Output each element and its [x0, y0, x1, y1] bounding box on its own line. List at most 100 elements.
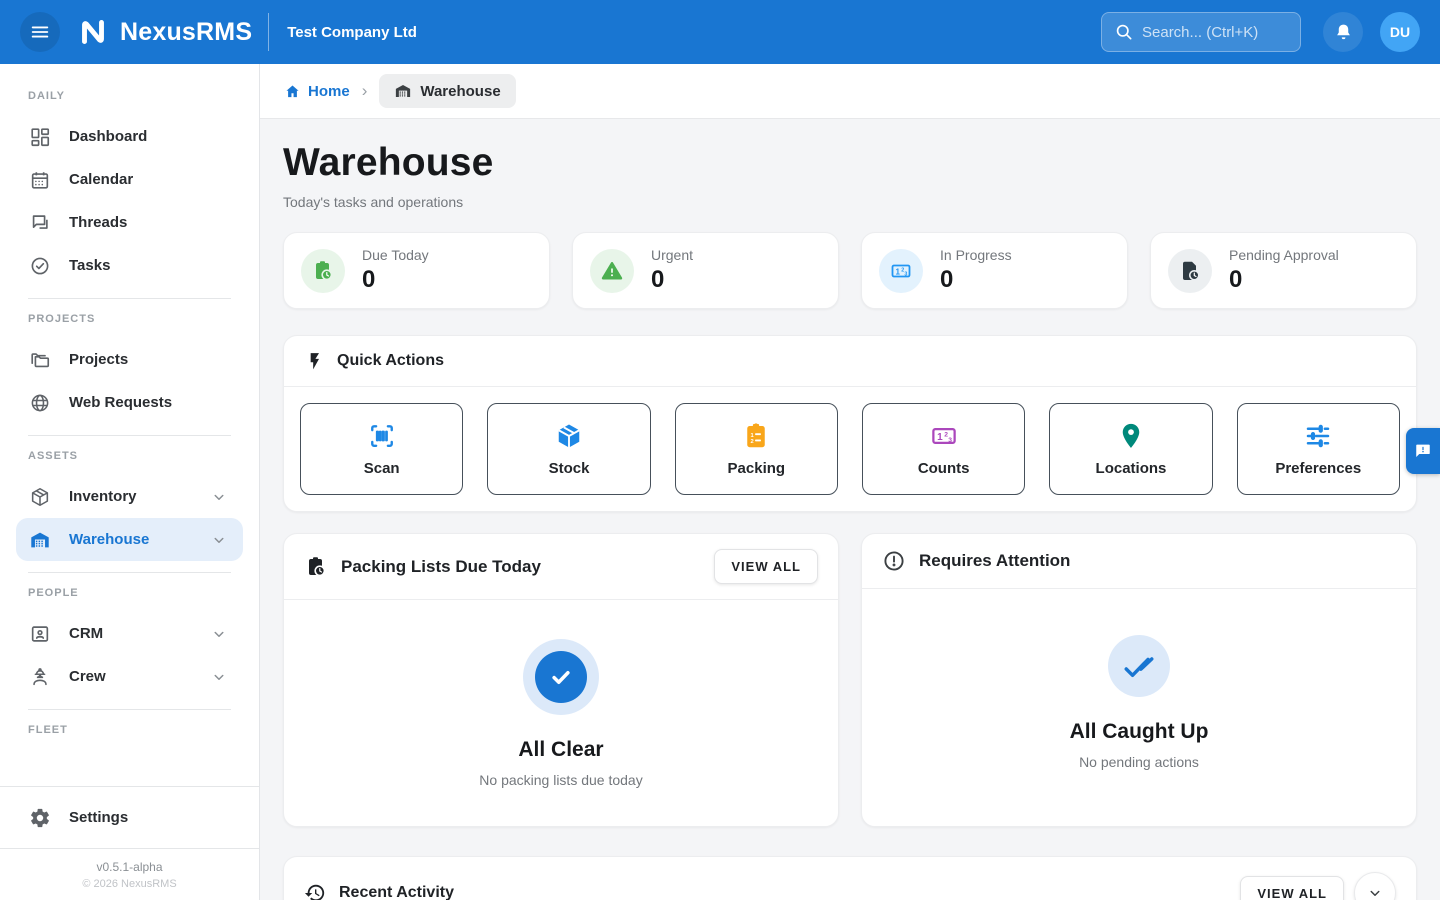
empty-state-circle — [523, 639, 599, 715]
copyright: © 2026 NexusRMS — [0, 878, 259, 890]
sidebar-item-crew[interactable]: Crew — [16, 655, 243, 698]
sidebar: DAILY Dashboard Calendar Threads Tasks — [0, 64, 260, 900]
stat-value: 0 — [362, 266, 429, 294]
sidebar-item-settings[interactable]: Settings — [16, 796, 243, 839]
sidebar-item-inventory[interactable]: Inventory — [16, 475, 243, 518]
page-title: Warehouse — [283, 141, 1417, 185]
quick-action-label: Locations — [1096, 460, 1167, 477]
stat-label: Due Today — [362, 247, 429, 263]
sidebar-item-label: CRM — [69, 625, 207, 642]
sidebar-item-warehouse[interactable]: Warehouse — [16, 518, 243, 561]
chat-alert-icon — [1414, 442, 1432, 460]
sidebar-item-web-requests[interactable]: Web Requests — [16, 381, 243, 424]
quick-action-scan[interactable]: Scan — [300, 403, 463, 495]
quick-action-label: Packing — [728, 460, 786, 477]
stat-value: 0 — [940, 266, 1012, 294]
task-check-icon — [28, 255, 52, 277]
stats-row: Due Today 0 Urgent 0 123 In Progress — [283, 232, 1417, 309]
quick-action-label: Scan — [364, 460, 400, 477]
recent-activity-expand-button[interactable] — [1354, 872, 1396, 900]
feedback-button[interactable] — [1406, 428, 1440, 474]
quick-action-preferences[interactable]: Preferences — [1237, 403, 1400, 495]
section-label-projects: PROJECTS — [28, 313, 231, 325]
sidebar-item-tasks[interactable]: Tasks — [16, 244, 243, 287]
quick-actions-title: Quick Actions — [337, 352, 1396, 370]
file-clock-icon — [1168, 249, 1212, 293]
breadcrumb-current-label: Warehouse — [420, 83, 500, 100]
chevron-down-icon — [207, 531, 231, 549]
recent-activity-panel: Recent Activity VIEW ALL — [283, 856, 1417, 900]
sidebar-nav: DAILY Dashboard Calendar Threads Tasks — [0, 64, 259, 786]
user-avatar[interactable]: DU — [1380, 12, 1420, 52]
sidebar-divider — [28, 298, 231, 299]
chevron-down-icon — [207, 668, 231, 686]
bell-icon — [1333, 22, 1354, 43]
quick-actions-panel: Quick Actions Scan Stock — [283, 335, 1417, 512]
sidebar-item-label: Settings — [69, 809, 231, 826]
alert-circle-icon — [882, 549, 906, 573]
stock-cube-icon — [554, 421, 584, 451]
svg-text:1: 1 — [937, 432, 943, 443]
stat-value: 0 — [1229, 266, 1339, 294]
counter-icon: 123 — [879, 249, 923, 293]
alert-triangle-icon — [590, 249, 634, 293]
empty-state-subtitle: No pending actions — [1079, 754, 1199, 770]
sidebar-item-label: Web Requests — [69, 394, 231, 411]
quick-actions-body: Scan Stock 12 Packing 123 — [284, 387, 1416, 511]
sidebar-item-projects[interactable]: Projects — [16, 338, 243, 381]
barcode-scan-icon — [367, 421, 397, 451]
section-label-assets: ASSETS — [28, 450, 231, 462]
sidebar-item-threads[interactable]: Threads — [16, 201, 243, 244]
check-circle-icon — [535, 651, 587, 703]
sidebar-item-crm[interactable]: CRM — [16, 612, 243, 655]
sidebar-item-dashboard[interactable]: Dashboard — [16, 115, 243, 158]
counter-icon: 123 — [929, 421, 959, 451]
calendar-icon — [28, 169, 52, 191]
requires-attention-panel: Requires Attention All Caught Up No pend… — [861, 533, 1417, 827]
section-label-daily: DAILY — [28, 90, 231, 102]
chevron-down-icon — [1366, 884, 1384, 900]
app-version: v0.5.1-alpha — [0, 860, 259, 874]
search-input[interactable] — [1142, 24, 1288, 41]
quick-action-locations[interactable]: Locations — [1049, 403, 1212, 495]
sidebar-item-label: Crew — [69, 668, 207, 685]
stat-label: In Progress — [940, 247, 1012, 263]
folder-icon — [28, 349, 52, 371]
map-pin-icon — [1116, 421, 1146, 451]
stat-label: Urgent — [651, 247, 693, 263]
search-icon — [1114, 22, 1134, 42]
requires-attention-title: Requires Attention — [919, 551, 1396, 571]
svg-text:3: 3 — [904, 271, 907, 277]
recent-activity-view-all-button[interactable]: VIEW ALL — [1240, 876, 1344, 900]
recent-activity-title: Recent Activity — [339, 884, 1227, 900]
stat-value: 0 — [651, 266, 693, 294]
svg-text:3: 3 — [948, 437, 952, 444]
breadcrumb-separator-icon: › — [362, 81, 368, 101]
notifications-button[interactable] — [1323, 12, 1363, 52]
gear-icon — [28, 807, 52, 829]
packing-lists-view-all-button[interactable]: VIEW ALL — [714, 549, 818, 584]
sidebar-item-label: Dashboard — [69, 128, 231, 145]
packing-lists-title: Packing Lists Due Today — [341, 557, 701, 577]
breadcrumb-home-link[interactable]: Home — [284, 83, 350, 100]
svg-text:1: 1 — [896, 267, 901, 276]
quick-action-packing[interactable]: 12 Packing — [675, 403, 838, 495]
sidebar-item-label: Projects — [69, 351, 231, 368]
clipboard-clock-icon — [304, 555, 328, 579]
global-search[interactable] — [1101, 12, 1301, 52]
quick-action-stock[interactable]: Stock — [487, 403, 650, 495]
menu-button[interactable] — [20, 12, 60, 52]
empty-state-title: All Clear — [518, 738, 603, 762]
breadcrumb-current[interactable]: Warehouse — [379, 74, 515, 108]
breadcrumb-home-label: Home — [308, 83, 350, 100]
sidebar-item-label: Warehouse — [69, 531, 207, 548]
sidebar-item-calendar[interactable]: Calendar — [16, 158, 243, 201]
brand[interactable]: NexusRMS — [76, 15, 252, 49]
hard-hat-person-icon — [28, 666, 52, 688]
packing-lists-empty-state: All Clear No packing lists due today — [284, 600, 838, 826]
quick-action-label: Preferences — [1275, 460, 1361, 477]
package-cube-icon — [28, 486, 52, 508]
history-icon — [304, 882, 326, 900]
quick-action-label: Counts — [918, 460, 970, 477]
quick-action-counts[interactable]: 123 Counts — [862, 403, 1025, 495]
